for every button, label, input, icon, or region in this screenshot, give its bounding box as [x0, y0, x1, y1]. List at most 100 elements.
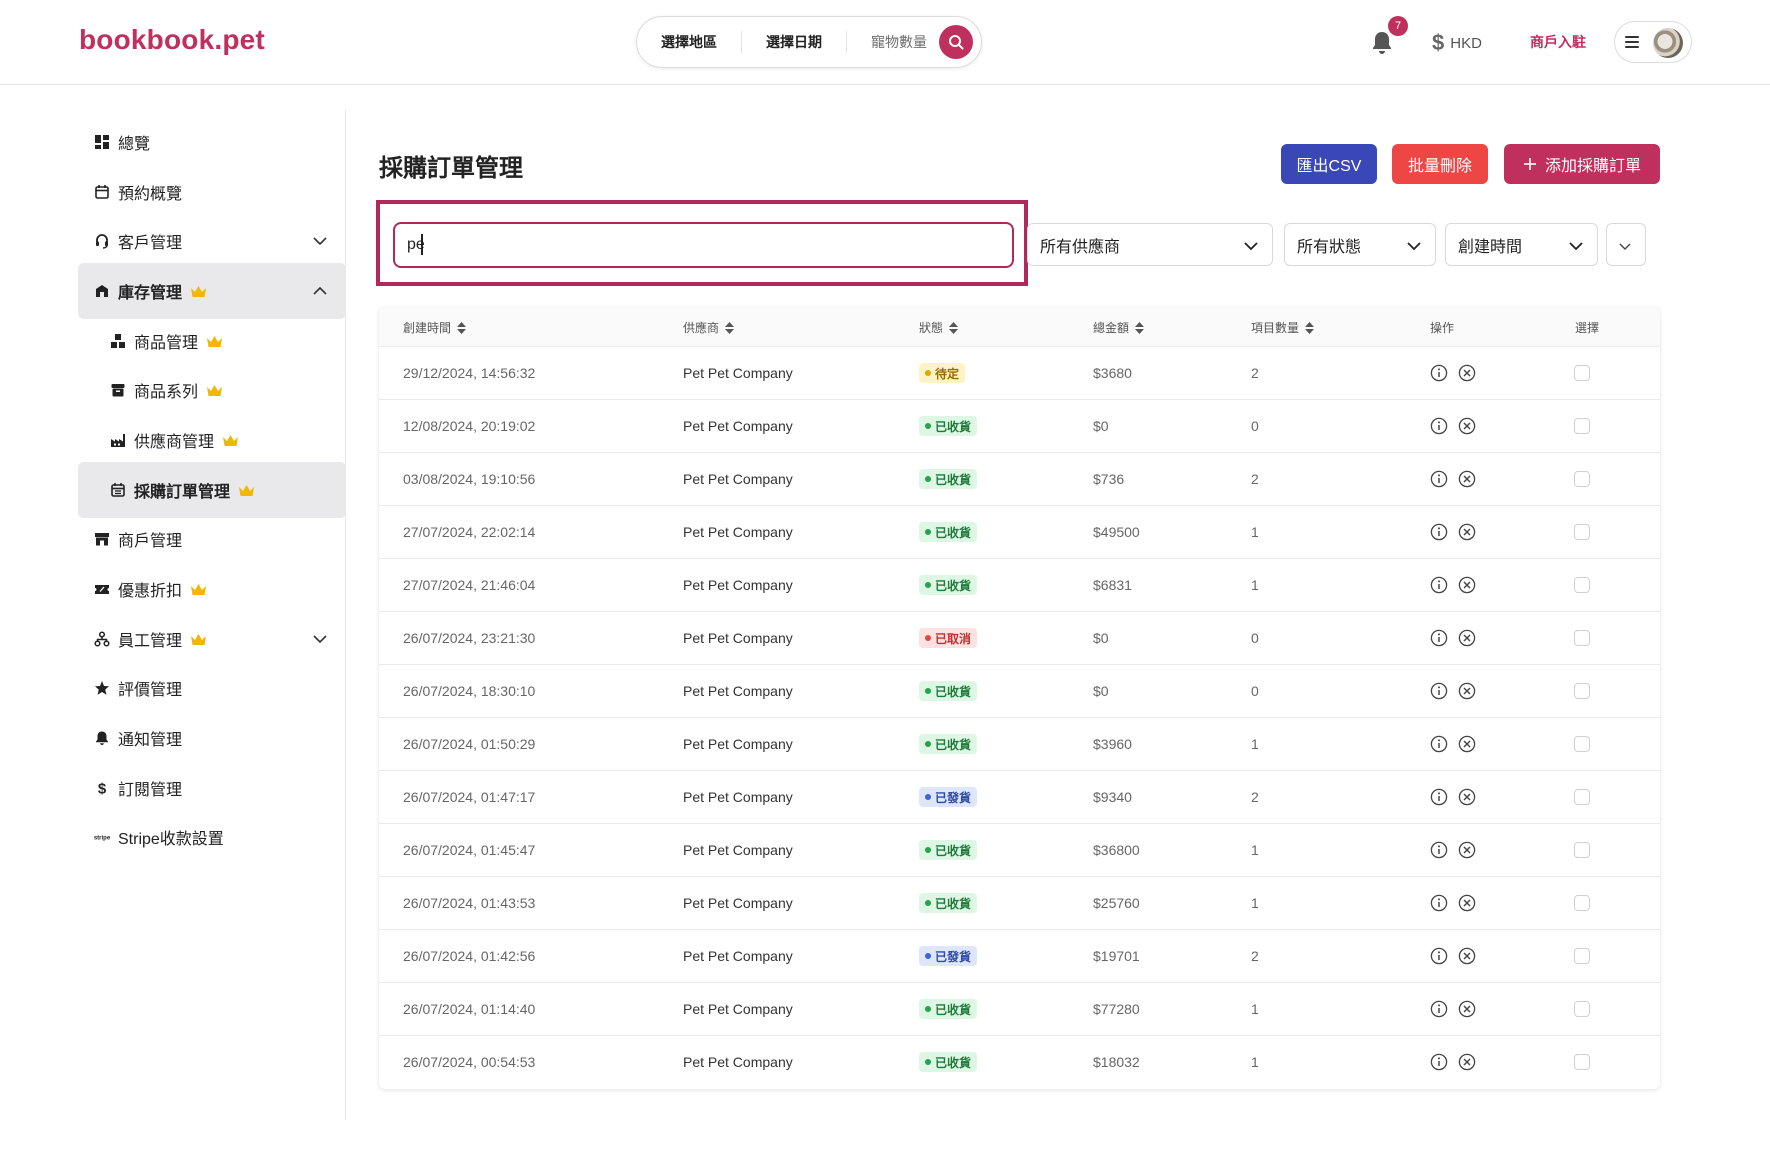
info-icon[interactable] [1430, 682, 1448, 700]
cancel-order-icon[interactable] [1458, 841, 1476, 859]
status-filter-select[interactable]: 所有狀態 [1284, 223, 1436, 266]
cancel-order-icon[interactable] [1458, 1000, 1476, 1018]
export-csv-button[interactable]: 匯出CSV [1281, 144, 1377, 184]
date-selector[interactable]: 選擇日期 [741, 31, 846, 53]
sidebar-item-2[interactable]: 客戶管理 [78, 213, 346, 269]
sidebar-item-9[interactable]: 優惠折扣 [78, 561, 346, 617]
sort-icon[interactable] [949, 321, 959, 334]
row-select-checkbox[interactable] [1574, 524, 1590, 540]
sidebar-item-6[interactable]: 供應商管理 [78, 412, 346, 468]
sidebar-item-14[interactable]: stripe Stripe收款設置 [78, 809, 346, 865]
table-row[interactable]: 27/07/2024, 22:02:14 Pet Pet Company 已收貨 $4… [379, 506, 1660, 559]
info-icon[interactable] [1430, 841, 1448, 859]
info-icon[interactable] [1430, 364, 1448, 382]
cancel-order-icon[interactable] [1458, 947, 1476, 965]
sidebar-item-5[interactable]: 商品系列 [78, 362, 346, 418]
sidebar-item-12[interactable]: 通知管理 [78, 710, 346, 766]
table-row[interactable]: 29/12/2024, 14:56:32 Pet Pet Company 待定 $36… [379, 347, 1660, 400]
sidebar-item-7[interactable]: 採購訂單管理 [78, 462, 346, 518]
cancel-order-icon[interactable] [1458, 576, 1476, 594]
column-header[interactable]: 項目數量 [1251, 319, 1315, 336]
cancel-order-icon[interactable] [1458, 629, 1476, 647]
column-header[interactable]: 狀態 [919, 319, 959, 336]
row-select-checkbox[interactable] [1574, 630, 1590, 646]
table-row[interactable]: 03/08/2024, 19:10:56 Pet Pet Company 已收貨 $7… [379, 453, 1660, 506]
sidebar-item-13[interactable]: $ 訂閱管理 [78, 760, 346, 816]
column-header[interactable]: 創建時間 [403, 319, 467, 336]
info-icon[interactable] [1430, 735, 1448, 753]
row-select-checkbox[interactable] [1574, 577, 1590, 593]
sidebar-item-10[interactable]: 員工管理 [78, 611, 346, 667]
info-icon[interactable] [1430, 788, 1448, 806]
info-icon[interactable] [1430, 523, 1448, 541]
currency-selector[interactable]: $ HKD [1432, 30, 1482, 56]
sort-field-select[interactable]: 創建時間 [1445, 223, 1598, 266]
supplier-filter-select[interactable]: 所有供應商 [1027, 223, 1273, 266]
search-button[interactable] [939, 25, 973, 59]
cancel-order-icon[interactable] [1458, 1053, 1476, 1071]
info-icon[interactable] [1430, 576, 1448, 594]
info-icon[interactable] [1430, 417, 1448, 435]
cancel-order-icon[interactable] [1458, 894, 1476, 912]
row-select-checkbox[interactable] [1574, 895, 1590, 911]
sort-icon[interactable] [457, 321, 467, 334]
sort-icon[interactable] [1135, 321, 1145, 334]
info-icon[interactable] [1430, 947, 1448, 965]
sort-icon[interactable] [1305, 321, 1315, 334]
row-select-checkbox[interactable] [1574, 365, 1590, 381]
table-row[interactable]: 26/07/2024, 01:47:17 Pet Pet Company 已發貨 $9… [379, 771, 1660, 824]
user-menu[interactable] [1614, 21, 1692, 63]
row-select-checkbox[interactable] [1574, 418, 1590, 434]
merchant-signup-link[interactable]: 商戶入駐 [1530, 32, 1586, 52]
add-purchase-order-button[interactable]: 添加採購訂單 [1504, 144, 1660, 184]
row-select-checkbox[interactable] [1574, 948, 1590, 964]
site-logo[interactable]: bookbook.pet [79, 24, 265, 56]
info-icon[interactable] [1430, 629, 1448, 647]
row-select-checkbox[interactable] [1574, 471, 1590, 487]
info-icon[interactable] [1430, 1000, 1448, 1018]
table-row[interactable]: 26/07/2024, 23:21:30 Pet Pet Company 已取消 $0… [379, 612, 1660, 665]
cancel-order-icon[interactable] [1458, 470, 1476, 488]
cancel-order-icon[interactable] [1458, 364, 1476, 382]
table-row[interactable]: 26/07/2024, 00:54:53 Pet Pet Company 已收貨 $1… [379, 1036, 1660, 1089]
cancel-order-icon[interactable] [1458, 788, 1476, 806]
cancel-order-icon[interactable] [1458, 523, 1476, 541]
cancel-order-icon[interactable] [1458, 417, 1476, 435]
order-search-input[interactable] [393, 222, 1014, 268]
sidebar-item-4[interactable]: 商品管理 [78, 313, 346, 369]
table-row[interactable]: 26/07/2024, 01:45:47 Pet Pet Company 已收貨 $3… [379, 824, 1660, 877]
table-row[interactable]: 26/07/2024, 01:14:40 Pet Pet Company 已收貨 $7… [379, 983, 1660, 1036]
sidebar-item-1[interactable]: 預約概覽 [78, 164, 346, 220]
bulk-delete-button[interactable]: 批量刪除 [1392, 144, 1488, 184]
cancel-order-icon[interactable] [1458, 682, 1476, 700]
cancel-order-icon[interactable] [1458, 735, 1476, 753]
pet-count-selector[interactable]: 寵物數量 [846, 31, 937, 53]
row-select-checkbox[interactable] [1574, 789, 1590, 805]
column-header[interactable]: 供應商 [683, 319, 735, 336]
table-row[interactable]: 26/07/2024, 01:42:56 Pet Pet Company 已發貨 $1… [379, 930, 1660, 983]
row-select-checkbox[interactable] [1574, 842, 1590, 858]
row-select-checkbox[interactable] [1574, 736, 1590, 752]
table-row[interactable]: 12/08/2024, 20:19:02 Pet Pet Company 已收貨 $0… [379, 400, 1660, 453]
table-row[interactable]: 26/07/2024, 18:30:10 Pet Pet Company 已收貨 $0… [379, 665, 1660, 718]
sidebar-item-0[interactable]: 總覽 [78, 114, 346, 170]
row-select-checkbox[interactable] [1574, 1054, 1590, 1070]
info-icon[interactable] [1430, 894, 1448, 912]
sort-icon[interactable] [725, 321, 735, 334]
region-selector[interactable]: 選擇地區 [637, 31, 741, 53]
sidebar-item-3[interactable]: 庫存管理 [78, 263, 346, 319]
info-icon[interactable] [1430, 470, 1448, 488]
sidebar-item-8[interactable]: 商戶管理 [78, 511, 346, 567]
table-row[interactable]: 27/07/2024, 21:46:04 Pet Pet Company 已收貨 $6… [379, 559, 1660, 612]
table-row[interactable]: 26/07/2024, 01:43:53 Pet Pet Company 已收貨 $2… [379, 877, 1660, 930]
sidebar-item-11[interactable]: 評價管理 [78, 660, 346, 716]
sort-direction-select[interactable] [1606, 223, 1646, 266]
column-header-label: 創建時間 [403, 321, 452, 335]
bell-icon[interactable] [1370, 30, 1394, 56]
header-search-bar[interactable]: 選擇地區 選擇日期 寵物數量 [636, 16, 982, 68]
info-icon[interactable] [1430, 1053, 1448, 1071]
column-header[interactable]: 總金額 [1093, 319, 1145, 336]
table-row[interactable]: 26/07/2024, 01:50:29 Pet Pet Company 已收貨 $3… [379, 718, 1660, 771]
row-select-checkbox[interactable] [1574, 683, 1590, 699]
row-select-checkbox[interactable] [1574, 1001, 1590, 1017]
